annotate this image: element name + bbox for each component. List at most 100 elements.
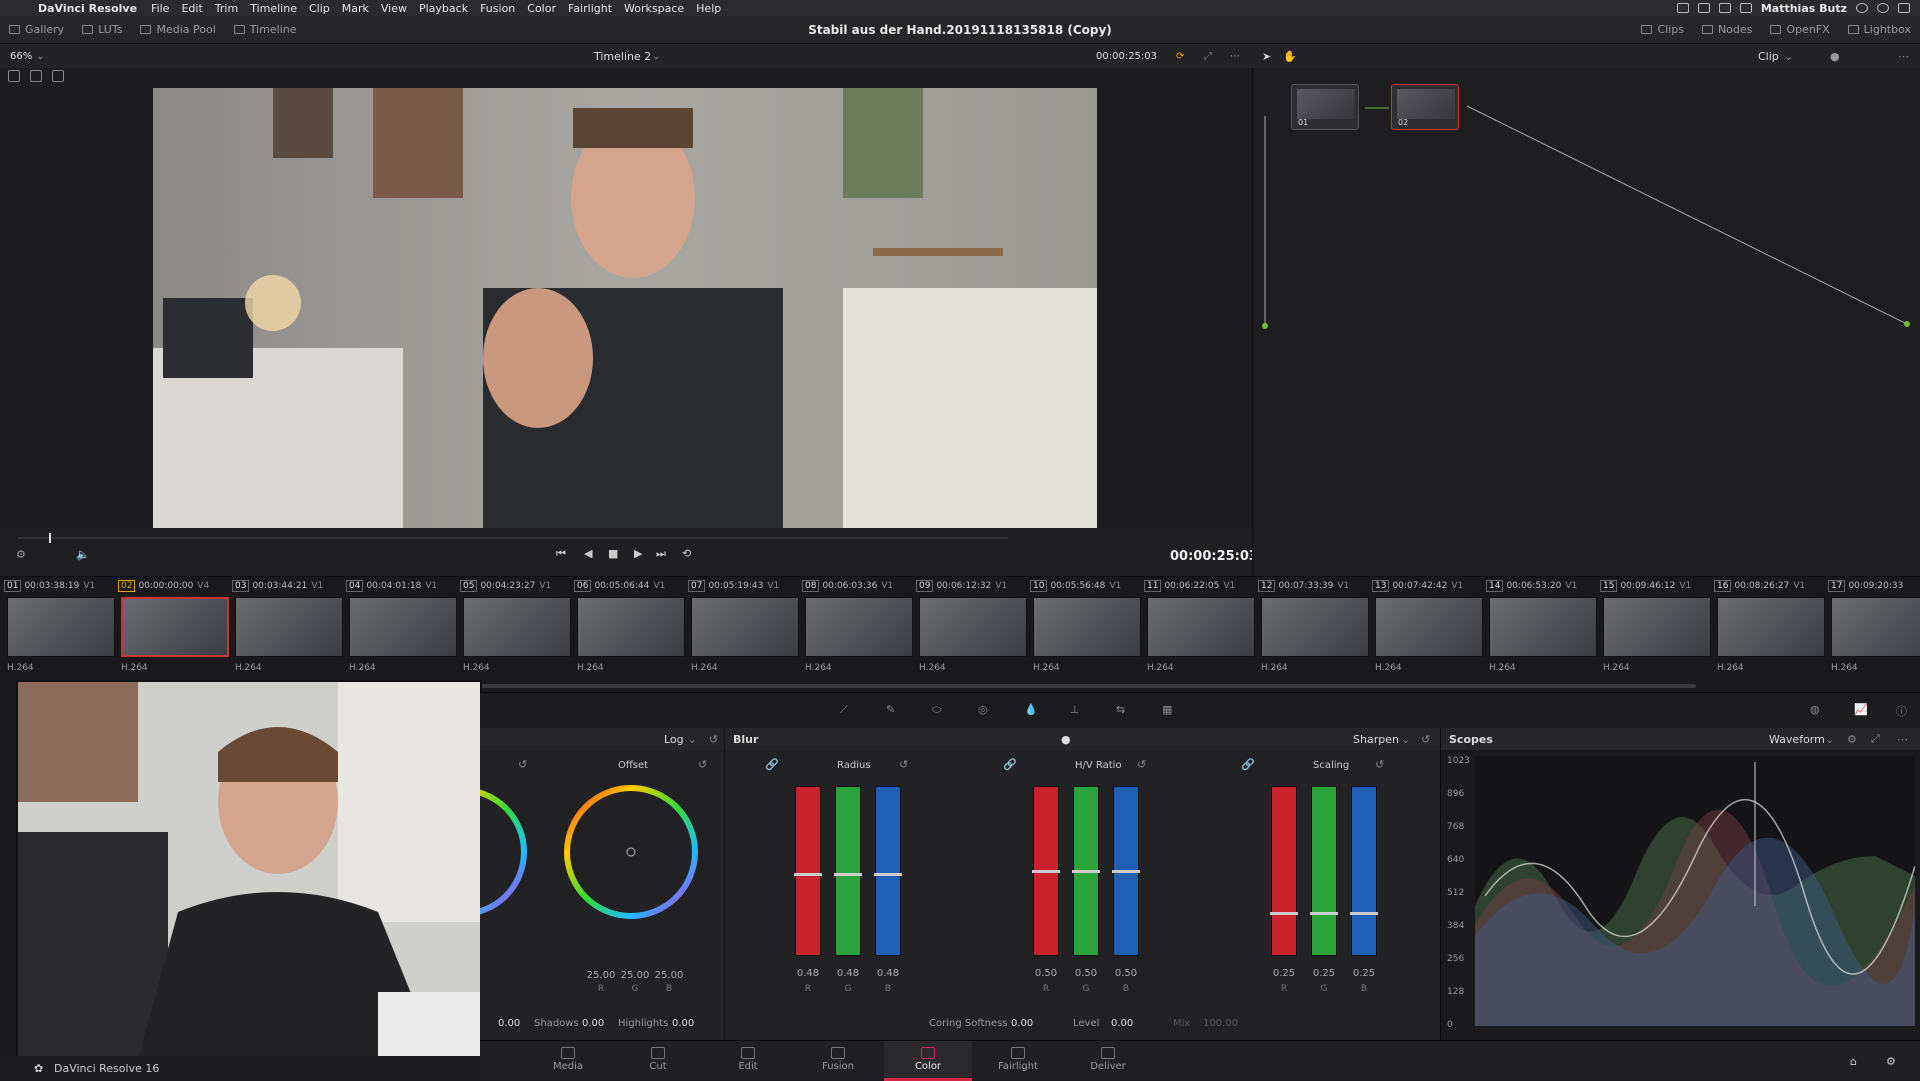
clip-15[interactable]: 15 00:09:46:12 V1 H.264 bbox=[1600, 577, 1714, 677]
clip-16[interactable]: 16 00:08:26:27 V1 H.264 bbox=[1714, 577, 1828, 677]
clip-17[interactable]: 17 00:09:20:33 H.264 bbox=[1828, 577, 1920, 677]
slider-knob[interactable] bbox=[1072, 870, 1100, 873]
slider-value[interactable]: 0.48 bbox=[791, 968, 825, 979]
audio-settings-icon[interactable]: ⚙ bbox=[16, 548, 26, 561]
clip-14[interactable]: 14 00:06:53:20 V1 H.264 bbox=[1486, 577, 1600, 677]
user-name[interactable]: Matthias Butz bbox=[1761, 2, 1847, 15]
blur-icon[interactable]: 💧 bbox=[1024, 703, 1038, 716]
slider-value[interactable]: 0.25 bbox=[1307, 968, 1341, 979]
slider-value[interactable]: 0.50 bbox=[1069, 968, 1103, 979]
slider-knob[interactable] bbox=[834, 873, 862, 876]
timeline-name[interactable]: Timeline 2 bbox=[594, 50, 651, 63]
reset-icon[interactable]: ↺ bbox=[1375, 758, 1384, 771]
video-frame[interactable] bbox=[153, 88, 1097, 528]
more-options-icon[interactable]: ⋯ bbox=[1230, 51, 1240, 62]
offset-value-g[interactable]: 25.00 bbox=[618, 970, 652, 981]
color-warper-icon[interactable]: ◍ bbox=[1810, 703, 1820, 716]
node-01[interactable]: 01 bbox=[1291, 84, 1359, 130]
reset-icon[interactable]: ↺ bbox=[698, 758, 707, 771]
color-wheels[interactable] bbox=[480, 772, 724, 972]
more-options-icon[interactable]: ⋯ bbox=[1898, 50, 1909, 63]
project-settings-icon[interactable]: ⚙ bbox=[1886, 1055, 1896, 1068]
clip-thumbnail[interactable] bbox=[121, 597, 229, 657]
slider-knob[interactable] bbox=[1350, 912, 1378, 915]
volume-icon[interactable] bbox=[1739, 3, 1752, 13]
tracker-icon[interactable]: ◎ bbox=[978, 703, 988, 716]
clip-thumbnail[interactable] bbox=[1717, 597, 1825, 657]
clip-04[interactable]: 04 00:04:01:18 V1 H.264 bbox=[346, 577, 460, 677]
slider-knob[interactable] bbox=[1032, 870, 1060, 873]
reset-icon[interactable]: ↺ bbox=[899, 758, 908, 771]
slider-knob[interactable] bbox=[1310, 912, 1338, 915]
clip-11[interactable]: 11 00:06:22:05 V1 H.264 bbox=[1144, 577, 1258, 677]
menu-clip[interactable]: Clip bbox=[309, 2, 330, 15]
more-options-icon[interactable]: ⋯ bbox=[1897, 733, 1908, 746]
scrubber-track[interactable] bbox=[18, 537, 1008, 539]
pointer-icon[interactable]: ➤ bbox=[1262, 50, 1271, 63]
page-media[interactable]: Media bbox=[524, 1041, 612, 1081]
skip-to-end-icon[interactable]: ⏭ bbox=[656, 547, 666, 561]
skip-to-start-icon[interactable]: ⏮ bbox=[556, 547, 566, 561]
grid-icon[interactable] bbox=[8, 70, 20, 82]
slider-knob[interactable] bbox=[874, 873, 902, 876]
battery-icon[interactable] bbox=[1676, 3, 1689, 13]
info-icon[interactable]: ⓘ bbox=[1896, 703, 1907, 719]
clip-05[interactable]: 05 00:04:23:27 V1 H.264 bbox=[460, 577, 574, 677]
b-slider[interactable] bbox=[1112, 786, 1140, 956]
b-slider[interactable] bbox=[1350, 786, 1378, 956]
link-icon[interactable]: 🔗 bbox=[1003, 758, 1017, 771]
playhead[interactable] bbox=[49, 533, 51, 543]
highlights-value[interactable]: 0.00 bbox=[672, 1018, 694, 1029]
clip-thumbnail[interactable] bbox=[1375, 597, 1483, 657]
slider-knob[interactable] bbox=[1270, 912, 1298, 915]
reset-icon[interactable]: ↺ bbox=[1421, 733, 1430, 746]
clip-03[interactable]: 03 00:03:44:21 V1 H.264 bbox=[232, 577, 346, 677]
clip-07[interactable]: 07 00:05:19:43 V1 H.264 bbox=[688, 577, 802, 677]
page-fusion[interactable]: Fusion bbox=[794, 1041, 882, 1081]
clip-06[interactable]: 06 00:05:06:44 V1 H.264 bbox=[574, 577, 688, 677]
siri-icon[interactable] bbox=[1877, 3, 1889, 13]
dropbox-icon[interactable] bbox=[1697, 3, 1710, 13]
clip-thumbnail[interactable] bbox=[1033, 597, 1141, 657]
clip-thumbnail[interactable] bbox=[919, 597, 1027, 657]
page-fairlight[interactable]: Fairlight bbox=[974, 1041, 1062, 1081]
g-slider[interactable] bbox=[834, 786, 862, 956]
clip-01[interactable]: 01 00:03:38:19 V1 H.264 bbox=[4, 577, 118, 677]
hand-icon[interactable]: ✋ bbox=[1283, 50, 1297, 63]
clip-10[interactable]: 10 00:05:56:48 V1 H.264 bbox=[1030, 577, 1144, 677]
clip-12[interactable]: 12 00:07:33:39 V1 H.264 bbox=[1258, 577, 1372, 677]
sizing-icon[interactable]: ⇆ bbox=[1116, 703, 1125, 716]
menu-list-icon[interactable] bbox=[1898, 3, 1910, 13]
clip-thumbnail[interactable] bbox=[1489, 597, 1597, 657]
menu-mark[interactable]: Mark bbox=[342, 2, 369, 15]
loop-icon[interactable]: ⟲ bbox=[682, 547, 691, 560]
clip-09[interactable]: 09 00:06:12:32 V1 H.264 bbox=[916, 577, 1030, 677]
slider-value[interactable]: 0.50 bbox=[1109, 968, 1143, 979]
clip-thumbnail[interactable] bbox=[463, 597, 571, 657]
offset-value-r[interactable]: 25.00 bbox=[584, 970, 618, 981]
reset-icon[interactable]: ↺ bbox=[518, 758, 527, 771]
curves-icon[interactable]: ⟋ bbox=[840, 703, 848, 717]
scope-settings-icon[interactable]: ⚙ bbox=[1847, 733, 1857, 746]
clip-thumbnail[interactable] bbox=[1603, 597, 1711, 657]
shadows-value[interactable]: 0.00 bbox=[582, 1018, 604, 1029]
chevron-down-icon[interactable]: ⌄ bbox=[652, 51, 660, 62]
reset-icon[interactable]: ↺ bbox=[709, 733, 718, 746]
page-deliver[interactable]: Deliver bbox=[1064, 1041, 1152, 1081]
g-slider[interactable] bbox=[1072, 786, 1100, 956]
level-value[interactable]: 0.00 bbox=[1111, 1018, 1133, 1029]
scope-type[interactable]: Waveform bbox=[1769, 733, 1825, 746]
viewer[interactable] bbox=[0, 68, 1252, 528]
fullscreen-icon[interactable]: ⤢ bbox=[1871, 732, 1880, 746]
menu-file[interactable]: File bbox=[151, 2, 169, 15]
search-icon[interactable] bbox=[1856, 3, 1868, 13]
left-value[interactable]: 0.00 bbox=[498, 1018, 520, 1029]
sync-icon[interactable]: ⟳ bbox=[1176, 51, 1184, 62]
viewer-timecode[interactable]: 00:00:25:03 bbox=[1096, 51, 1157, 62]
clip-thumbnail[interactable] bbox=[1147, 597, 1255, 657]
b-slider[interactable] bbox=[874, 786, 902, 956]
slider-knob[interactable] bbox=[1112, 870, 1140, 873]
clip-thumbnail[interactable] bbox=[1261, 597, 1369, 657]
clip-thumbnail[interactable] bbox=[349, 597, 457, 657]
page-edit[interactable]: Edit bbox=[704, 1041, 792, 1081]
